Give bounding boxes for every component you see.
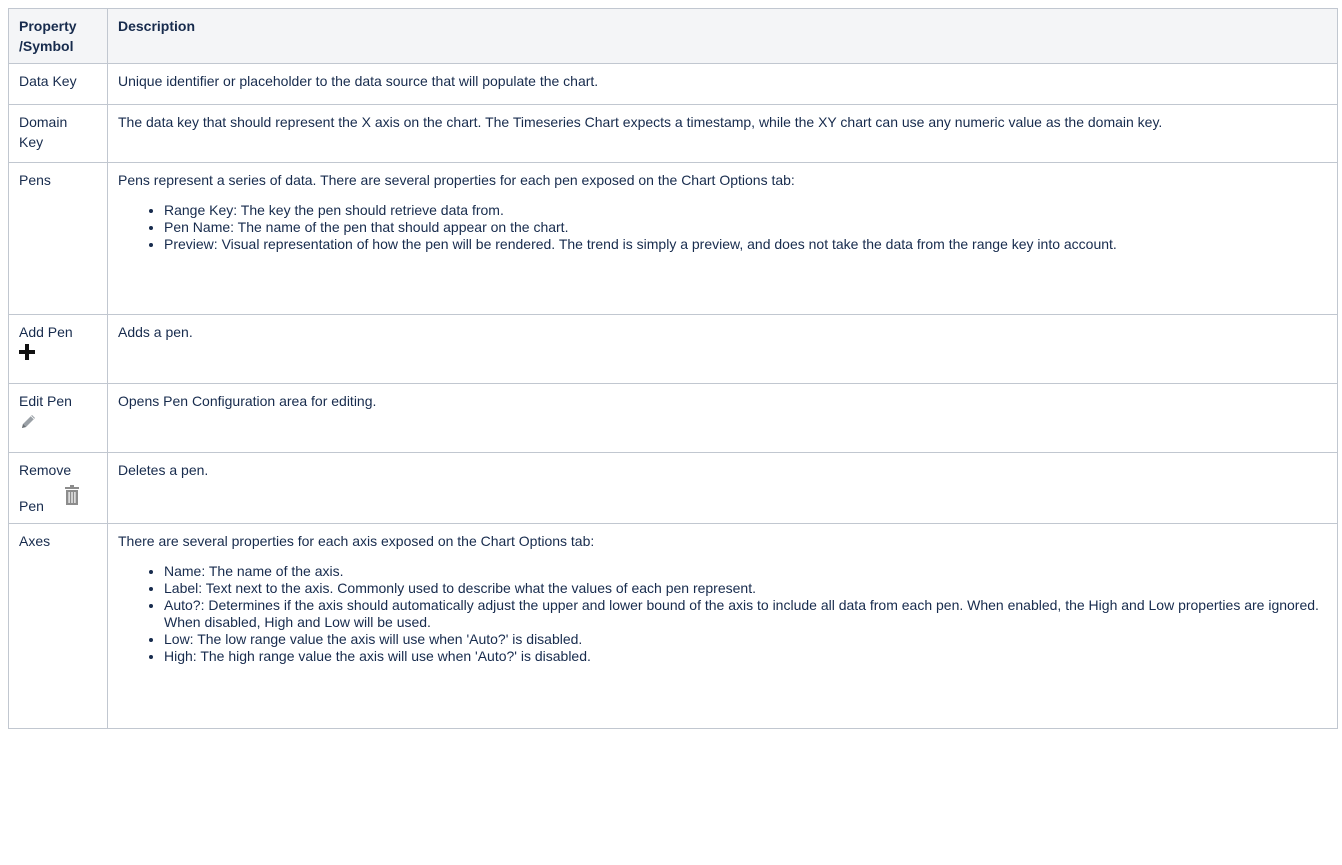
property-name-line2: Key: [19, 134, 44, 150]
property-cell: Add Pen: [8, 314, 108, 384]
table-row: Add Pen Adds a pen.: [8, 314, 1338, 384]
property-name: Edit Pen: [19, 393, 72, 409]
description-text: Deletes a pen.: [118, 462, 209, 478]
trash-icon: [64, 485, 79, 506]
header-property-line1: Property: [19, 18, 77, 34]
list-item: High: The high range value the axis will…: [164, 648, 1327, 665]
description-cell: The data key that should represent the X…: [107, 104, 1338, 163]
property-name-line2: Pen: [19, 498, 44, 514]
property-cell: Remove Pen: [8, 452, 108, 524]
description-cell: There are several properties for each ax…: [107, 523, 1338, 729]
property-cell: Data Key: [8, 63, 108, 105]
table-row: Domain Key The data key that should repr…: [8, 104, 1338, 163]
list-item: Pen Name: The name of the pen that shoul…: [164, 219, 1327, 236]
description-text: The data key that should represent the X…: [118, 114, 1163, 130]
description-cell: Deletes a pen.: [107, 452, 1338, 524]
list-item: Auto?: Determines if the axis should aut…: [164, 597, 1327, 631]
description-text: Opens Pen Configuration area for editing…: [118, 393, 377, 409]
table-row: Edit Pen Opens Pen Configuration area fo…: [8, 383, 1338, 453]
table-row: Data Key Unique identifier or placeholde…: [8, 63, 1338, 105]
description-text: Pens represent a series of data. There a…: [118, 172, 795, 188]
table-row: Axes There are several properties for ea…: [8, 523, 1338, 729]
table-header-row: Property /Symbol Description: [8, 8, 1338, 64]
description-cell: Pens represent a series of data. There a…: [107, 162, 1338, 315]
plus-icon: [19, 344, 35, 360]
list-item: Label: Text next to the axis. Commonly u…: [164, 580, 1327, 597]
property-name-line1: Domain: [19, 114, 68, 130]
table-row: Pens Pens represent a series of data. Th…: [8, 162, 1338, 315]
list-item: Low: The low range value the axis will u…: [164, 631, 1327, 648]
header-description: Description: [107, 8, 1338, 64]
header-property: Property /Symbol: [8, 8, 108, 64]
properties-table: Property /Symbol Description Data Key Un…: [8, 8, 1338, 729]
pen-properties-list: Range Key: The key the pen should retrie…: [118, 202, 1327, 253]
property-name-line1: Remove: [19, 462, 72, 478]
property-cell: Axes: [8, 523, 108, 729]
description-text: Unique identifier or placeholder to the …: [118, 73, 599, 89]
header-property-line2: /Symbol: [19, 38, 74, 54]
description-cell: Unique identifier or placeholder to the …: [107, 63, 1338, 105]
property-name: Add Pen: [19, 324, 73, 340]
property-cell: Pens: [8, 162, 108, 315]
description-cell: Opens Pen Configuration area for editing…: [107, 383, 1338, 453]
list-item: Preview: Visual representation of how th…: [164, 236, 1327, 253]
property-cell: Domain Key: [8, 104, 108, 163]
axis-properties-list: Name: The name of the axis. Label: Text …: [118, 563, 1327, 665]
table-row: Remove Pen Deletes a pen.: [8, 452, 1338, 524]
list-item: Name: The name of the axis.: [164, 563, 1327, 580]
list-item: Range Key: The key the pen should retrie…: [164, 202, 1327, 219]
description-text: Adds a pen.: [118, 324, 193, 340]
description-text: There are several properties for each ax…: [118, 533, 595, 549]
property-name: Axes: [19, 533, 51, 549]
pencil-icon: [22, 415, 35, 428]
property-name: Data Key: [19, 73, 77, 89]
property-cell: Edit Pen: [8, 383, 108, 453]
property-name: Pens: [19, 172, 51, 188]
description-cell: Adds a pen.: [107, 314, 1338, 384]
